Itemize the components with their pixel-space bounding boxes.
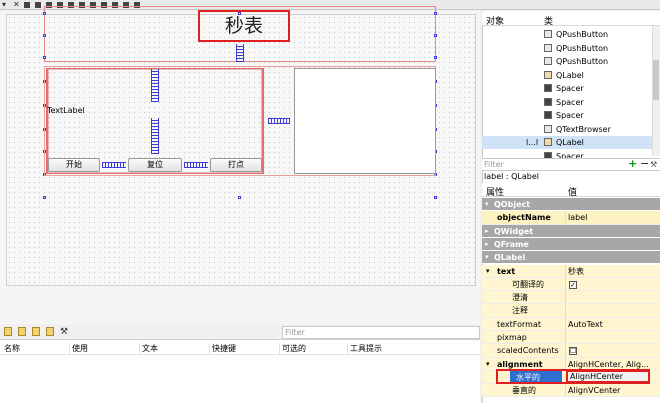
- property-category[interactable]: ▸ QWidget: [482, 224, 660, 238]
- resize-handle[interactable]: [43, 56, 46, 59]
- wrench-icon[interactable]: ⚒: [650, 159, 657, 171]
- vertical-spacer[interactable]: [151, 118, 159, 154]
- property-row[interactable]: pixmap: [482, 331, 660, 345]
- object-row[interactable]: QPushButton: [482, 28, 658, 41]
- copy-action-icon[interactable]: [18, 327, 26, 336]
- lap-button[interactable]: 打点: [210, 158, 262, 172]
- action-table-header: 名称 使用 文本 快捷键 可选的 工具提示: [0, 341, 480, 355]
- object-row[interactable]: QPushButton: [482, 55, 658, 68]
- scaled-contents-checkbox[interactable]: ☐: [569, 347, 577, 356]
- remove-property-icon[interactable]: −: [640, 158, 649, 170]
- object-row[interactable]: QPushButton: [482, 42, 658, 55]
- horizontal-spacer[interactable]: [268, 118, 290, 124]
- object-row[interactable]: QLabel: [482, 69, 658, 82]
- horizontal-spacer[interactable]: [184, 162, 208, 168]
- property-category[interactable]: ▸ QFrame: [482, 237, 660, 252]
- title-label[interactable]: 秒表: [198, 10, 290, 42]
- resize-handle[interactable]: [434, 34, 437, 37]
- property-row[interactable]: 注释: [482, 304, 660, 318]
- object-inspector-header: 对象 类: [482, 12, 660, 27]
- column-header[interactable]: 值: [568, 185, 577, 198]
- text-browser[interactable]: [294, 68, 436, 174]
- add-property-icon[interactable]: +: [628, 158, 637, 170]
- resize-handle[interactable]: [43, 12, 46, 15]
- label-icon: [544, 70, 552, 79]
- close-icon[interactable]: ✕: [13, 0, 20, 8]
- translatable-checkbox[interactable]: ✓: [569, 280, 577, 289]
- spacer-icon: [544, 111, 552, 119]
- horizontal-spacer[interactable]: [102, 162, 126, 168]
- object-row-selected[interactable]: l...l QLabel: [482, 136, 658, 149]
- property-row[interactable]: scaledContents ☐: [482, 344, 660, 358]
- collapse-arrow-icon[interactable]: ▾: [486, 265, 490, 278]
- expand-arrow-icon[interactable]: ▸: [485, 238, 489, 251]
- pushbutton-icon: [544, 30, 552, 38]
- object-row[interactable]: Spacer: [482, 82, 658, 95]
- column-header[interactable]: 对象: [486, 14, 504, 27]
- textbrowser-icon: [544, 124, 552, 133]
- property-row[interactable]: 可翻译的 ✓: [482, 277, 660, 292]
- resize-handle[interactable]: [434, 196, 437, 199]
- object-row[interactable]: Spacer: [482, 109, 658, 122]
- expand-arrow-icon[interactable]: ▸: [485, 225, 489, 238]
- collapse-arrow-icon[interactable]: ▾: [486, 358, 490, 371]
- property-row[interactable]: 澄清: [482, 291, 660, 305]
- pushbutton-icon: [544, 57, 552, 65]
- resize-handle[interactable]: [238, 12, 241, 15]
- property-row[interactable]: ▾ text 秒表: [482, 264, 660, 278]
- resize-handle[interactable]: [434, 12, 437, 15]
- layout-icon[interactable]: [35, 1, 41, 8]
- collapse-arrow-icon[interactable]: ▾: [485, 198, 489, 211]
- new-action-icon[interactable]: [4, 327, 12, 336]
- pushbutton-icon: [544, 43, 552, 52]
- property-row[interactable]: objectName label: [482, 211, 660, 225]
- scrollbar-thumb[interactable]: [653, 60, 659, 100]
- wrench-icon[interactable]: ⚒: [60, 327, 68, 336]
- spacer-icon: [544, 151, 552, 158]
- column-header[interactable]: 使用: [72, 343, 140, 354]
- reset-button[interactable]: 复位: [128, 158, 182, 172]
- column-header[interactable]: 名称: [4, 343, 70, 354]
- column-header[interactable]: 文本: [142, 343, 210, 354]
- chevron-down-icon[interactable]: ▾: [2, 0, 8, 8]
- property-category[interactable]: ▾ QObject: [482, 198, 660, 212]
- resize-handle[interactable]: [43, 34, 46, 37]
- object-row[interactable]: Spacer: [482, 96, 658, 109]
- property-row[interactable]: 垂直的 AlignVCenter: [482, 384, 660, 398]
- paste-action-icon[interactable]: [32, 327, 40, 336]
- property-category[interactable]: ▾ QLabel: [482, 251, 660, 265]
- spacer-icon: [544, 97, 552, 106]
- column-header[interactable]: 快捷键: [212, 343, 280, 354]
- resize-handle[interactable]: [238, 196, 241, 199]
- spacer-icon: [544, 84, 552, 92]
- resize-handle[interactable]: [434, 56, 437, 59]
- highlight-box: [496, 369, 650, 384]
- column-header[interactable]: 类: [544, 14, 553, 27]
- column-header[interactable]: 工具提示: [350, 343, 478, 354]
- action-filter-input[interactable]: Filter: [282, 326, 480, 339]
- delete-action-icon[interactable]: [46, 327, 54, 336]
- vertical-spacer[interactable]: [236, 44, 244, 62]
- layout-icon[interactable]: [24, 1, 30, 8]
- selected-object-caption: label : QLabel: [484, 172, 540, 181]
- property-table-header: 属性 值: [482, 183, 660, 198]
- start-button[interactable]: 开始: [48, 158, 100, 172]
- property-row[interactable]: textFormat AutoText: [482, 317, 660, 331]
- object-row[interactable]: QTextBrowser: [482, 123, 658, 136]
- resize-handle[interactable]: [43, 196, 46, 199]
- collapse-arrow-icon[interactable]: ▾: [485, 251, 489, 264]
- label-icon: [544, 138, 552, 146]
- vertical-spacer[interactable]: [151, 69, 159, 102]
- property-filter-input[interactable]: Filter: [484, 159, 624, 170]
- column-header[interactable]: 可选的: [282, 343, 348, 354]
- text-label[interactable]: TextLabel: [47, 106, 85, 115]
- column-header[interactable]: 属性: [486, 185, 504, 198]
